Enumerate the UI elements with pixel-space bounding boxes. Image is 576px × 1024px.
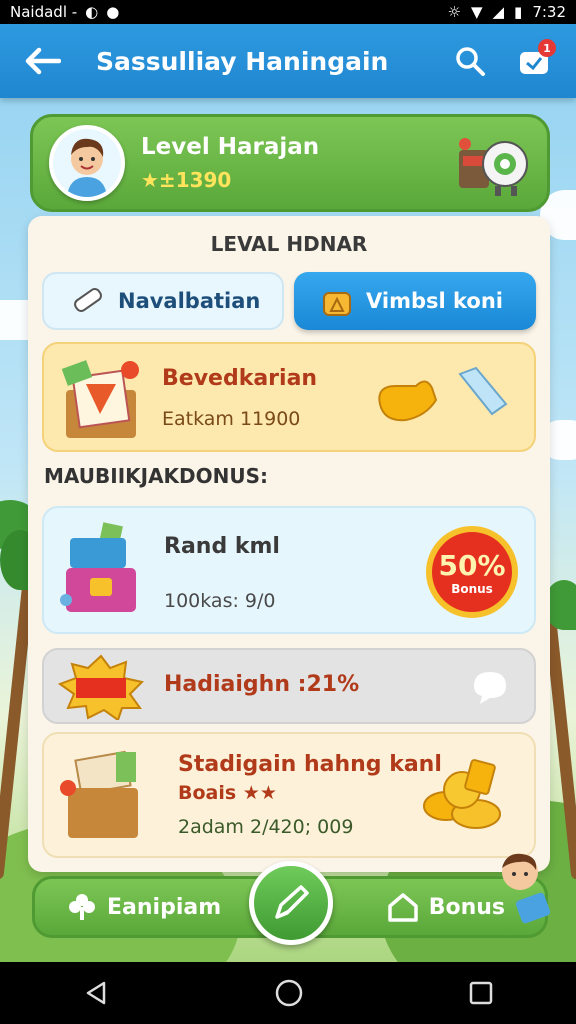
stadigain-card[interactable]: Stadigain hahng kanl Boais ★★ 2adam 2/42… xyxy=(42,732,536,858)
rand-card[interactable]: Rand kml 100kas: 9/0 50% Bonus xyxy=(42,506,536,634)
gold-coins-icon xyxy=(423,759,501,829)
chat-bubble-icon xyxy=(474,672,506,704)
sale-tag-icon xyxy=(57,654,144,720)
center-action-button[interactable] xyxy=(249,861,333,945)
eanipiam-label: Eanipiam xyxy=(107,894,222,920)
clock: 7:32 xyxy=(532,3,566,21)
panel-title: LEVAL HDNAR xyxy=(210,232,368,256)
gift-box-icon xyxy=(60,750,138,838)
hadiaighn-card[interactable]: Hadiaighn :21% xyxy=(42,648,536,724)
hadiaighn-title: Hadiaighn :21% xyxy=(164,672,360,697)
whatsapp-icon: ◐ xyxy=(85,3,99,21)
notifications-button[interactable]: 1 xyxy=(514,39,556,81)
rand-title: Rand kml xyxy=(164,534,280,559)
profile-card[interactable]: Level Harajan ★±1390 xyxy=(30,114,550,212)
status-bar: Naidadl - ◐ ● ☼ ▼ ◢ ▮ 7:32 xyxy=(0,0,576,24)
badge-percent: 50% xyxy=(438,548,506,582)
home-icon xyxy=(387,893,418,922)
carrier-text: Naidadl - xyxy=(10,3,78,21)
recents-nav-icon[interactable] xyxy=(468,980,494,1006)
treasure-chest-icon xyxy=(60,522,136,612)
system-nav-bar xyxy=(0,962,576,1024)
app-title: Sassulliay Haningain xyxy=(96,46,389,76)
arrow-left-icon xyxy=(25,47,61,75)
gift-crate-icon xyxy=(61,360,139,438)
section-label: MAUBIIKJAKDONUS: xyxy=(44,464,269,488)
featured-card[interactable]: Bevedkarian Eatkam 11900 xyxy=(42,342,536,452)
alarm-icon: ☼ xyxy=(447,3,461,21)
stadigain-sub: 2adam 2/420; 009 xyxy=(178,816,354,838)
profile-score: ★±1390 xyxy=(141,168,232,192)
main-panel: LEVAL HDNAR Navalbatian Vimbsl koni Beve… xyxy=(28,216,550,872)
discount-badge: 50% Bonus xyxy=(426,526,518,618)
tab-vimbsl-koni[interactable]: Vimbsl koni xyxy=(294,272,536,330)
search-button[interactable] xyxy=(450,41,490,81)
stadigain-title: Stadigain hahng kanl xyxy=(178,752,442,777)
home-nav-icon[interactable] xyxy=(274,978,304,1008)
tab-label: Navalbatian xyxy=(118,289,261,313)
stadigain-subtitle: Boais ★★ xyxy=(178,782,277,804)
eanipiam-button[interactable]: Eanipiam xyxy=(67,879,221,935)
boy-avatar-icon xyxy=(53,129,121,197)
profile-name: Level Harajan xyxy=(141,134,320,160)
mascot-icon xyxy=(502,853,551,924)
featured-sub: Eatkam 11900 xyxy=(162,408,301,430)
tag-icon xyxy=(74,288,102,312)
bonus-button[interactable]: Bonus xyxy=(387,879,505,935)
pencil-icon xyxy=(275,885,309,919)
clover-icon xyxy=(69,894,95,920)
rand-sub: 100kas: 9/0 xyxy=(164,590,276,612)
back-button[interactable] xyxy=(22,41,62,81)
featured-title: Bevedkarian xyxy=(162,366,318,391)
tab-label: Vimbsl koni xyxy=(366,289,503,313)
bottom-action-bar: Eanipiam Bonus xyxy=(32,861,548,945)
bag-icon xyxy=(323,292,351,316)
notification-icon: ● xyxy=(106,3,120,21)
search-icon xyxy=(456,47,485,76)
wifi-icon: ▼ xyxy=(470,3,483,21)
avatar xyxy=(49,125,125,201)
battery-icon: ▮ xyxy=(514,3,523,21)
robot-icon xyxy=(455,128,531,198)
notification-badge: 1 xyxy=(538,39,556,57)
lock-key-icon xyxy=(378,366,508,422)
signal-icon: ◢ xyxy=(492,3,505,21)
app-bar: Sassulliay Haningain 1 xyxy=(0,24,576,98)
tab-navalbatian[interactable]: Navalbatian xyxy=(42,272,284,330)
badge-label: Bonus xyxy=(451,581,493,596)
back-nav-icon[interactable] xyxy=(82,979,110,1007)
